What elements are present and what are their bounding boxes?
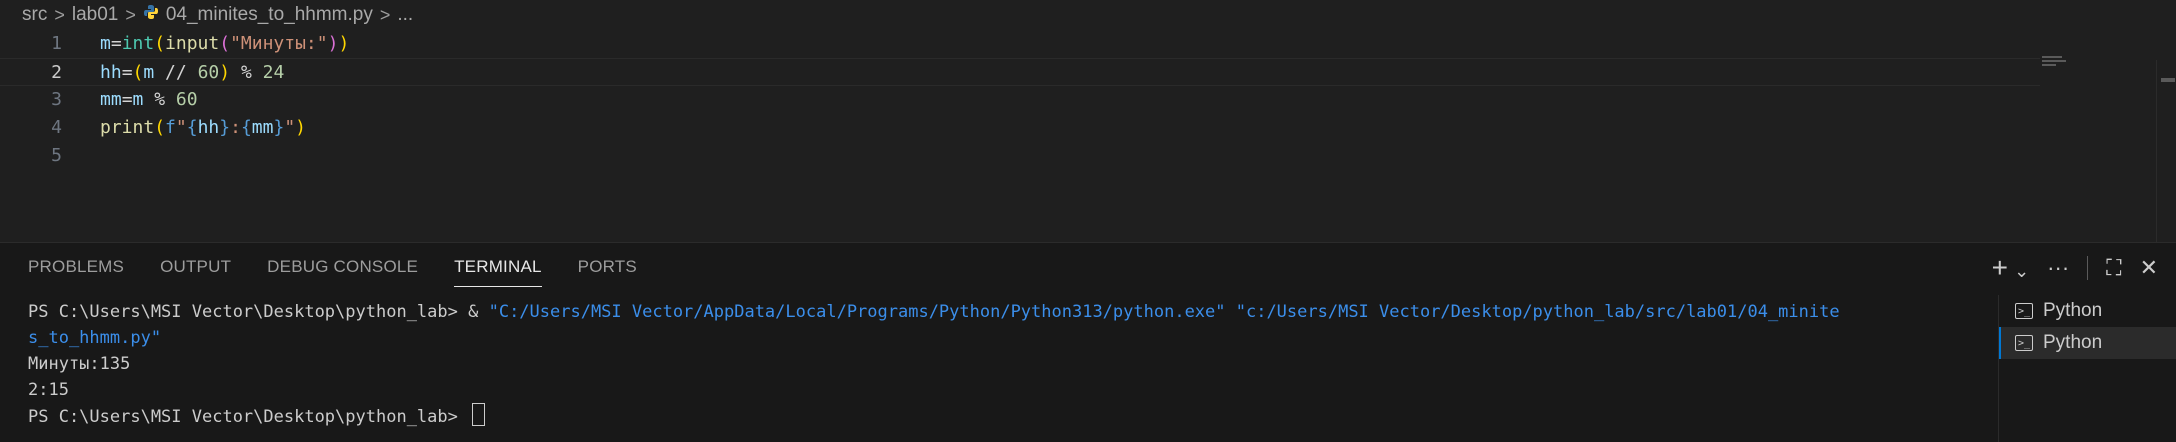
code-line[interactable]: 3 mm=m % 60: [0, 86, 2040, 114]
tab-output[interactable]: OUTPUT: [160, 257, 231, 277]
python-file-icon: [143, 4, 159, 26]
tab-ports[interactable]: PORTS: [578, 257, 637, 277]
chevron-right-icon: >: [379, 4, 391, 25]
code-line[interactable]: 4 print(f"{hh}:{mm}"): [0, 114, 2040, 142]
more-actions-icon[interactable]: ···: [2047, 255, 2069, 281]
terminal-list-label: Python: [2043, 332, 2103, 353]
code-text: hh=(m // 60) % 24: [100, 62, 285, 83]
line-number: 4: [51, 117, 62, 138]
terminal-line: 2:15: [28, 380, 69, 400]
panel-tabs: PROBLEMS OUTPUT DEBUG CONSOLE TERMINAL P…: [0, 243, 673, 291]
command-operator: &: [468, 302, 489, 322]
code-editor[interactable]: 1 m=int(input("Минуты:")) 2 hh=(m // 60)…: [0, 30, 2176, 272]
line-number: 2: [51, 62, 62, 83]
terminal-line: PS C:\Users\MSI Vector\Desktop\python_la…: [28, 299, 1968, 325]
breadcrumb-item-lab01[interactable]: lab01: [72, 4, 119, 26]
bottom-panel: PROBLEMS OUTPUT DEBUG CONSOLE TERMINAL P…: [0, 242, 2176, 442]
line-number: 3: [51, 89, 62, 110]
terminal-cursor: [472, 403, 486, 426]
tab-problems[interactable]: PROBLEMS: [28, 257, 124, 277]
terminal-line: s_to_hhmm.py": [28, 328, 162, 348]
panel-actions: + ⌄ ··· ⛶ ✕: [1992, 252, 2158, 284]
terminal-list: >_ Python >_ Python: [1998, 295, 2176, 442]
command-path: "C:/Users/MSI Vector/AppData/Local/Progr…: [488, 302, 1840, 322]
chevron-right-icon: >: [54, 4, 65, 25]
code-line[interactable]: 5: [0, 142, 2040, 170]
terminal-icon: >_: [2015, 335, 2033, 351]
new-terminal-button[interactable]: + ⌄: [1992, 252, 2030, 284]
tab-terminal[interactable]: TERMINAL: [454, 257, 542, 287]
chevron-down-icon[interactable]: ⌄: [2014, 261, 2029, 281]
code-text: mm=m % 60: [100, 89, 198, 110]
tab-debug-console[interactable]: DEBUG CONSOLE: [267, 257, 418, 277]
line-number: 5: [51, 145, 62, 166]
maximize-panel-icon[interactable]: ⛶: [2106, 255, 2121, 281]
terminal-line: PS C:\Users\MSI Vector\Desktop\python_la…: [28, 403, 1968, 429]
code-text: print(f"{hh}:{mm}"): [100, 117, 306, 138]
code-text: m=int(input("Минуты:")): [100, 33, 350, 54]
editor-scrollbar[interactable]: [2156, 60, 2176, 272]
terminal-prompt: PS C:\Users\MSI Vector\Desktop\python_la…: [28, 407, 469, 427]
plus-icon: +: [1991, 252, 2008, 283]
terminal-icon: >_: [2015, 303, 2033, 319]
terminal-list-item-selected[interactable]: >_ Python: [1999, 327, 2176, 359]
terminal-list-label: Python: [2043, 300, 2103, 321]
scrollbar-thumb[interactable]: [2161, 78, 2175, 82]
code-line[interactable]: 1 m=int(input("Минуты:")): [0, 30, 2040, 58]
breadcrumb-item-file[interactable]: 04_minites_to_hhmm.py: [166, 4, 373, 26]
terminal-prompt: PS C:\Users\MSI Vector\Desktop\python_la…: [28, 302, 469, 322]
terminal-output[interactable]: PS C:\Users\MSI Vector\Desktop\python_la…: [28, 299, 1968, 439]
terminal-line: Минуты:135: [28, 354, 131, 374]
breadcrumb: src > lab01 > 04_minites_to_hhmm.py > ..…: [0, 0, 2176, 30]
breadcrumb-item-src[interactable]: src: [22, 4, 47, 26]
terminal-list-item[interactable]: >_ Python: [1999, 295, 2176, 327]
divider: [2087, 256, 2089, 280]
minimap[interactable]: [2042, 56, 2070, 66]
close-panel-icon[interactable]: ✕: [2140, 255, 2158, 281]
chevron-right-icon: >: [125, 4, 136, 25]
line-number: 1: [51, 33, 62, 54]
code-line-active[interactable]: 2 hh=(m // 60) % 24: [0, 58, 2040, 86]
breadcrumb-item-more[interactable]: ...: [397, 4, 413, 26]
